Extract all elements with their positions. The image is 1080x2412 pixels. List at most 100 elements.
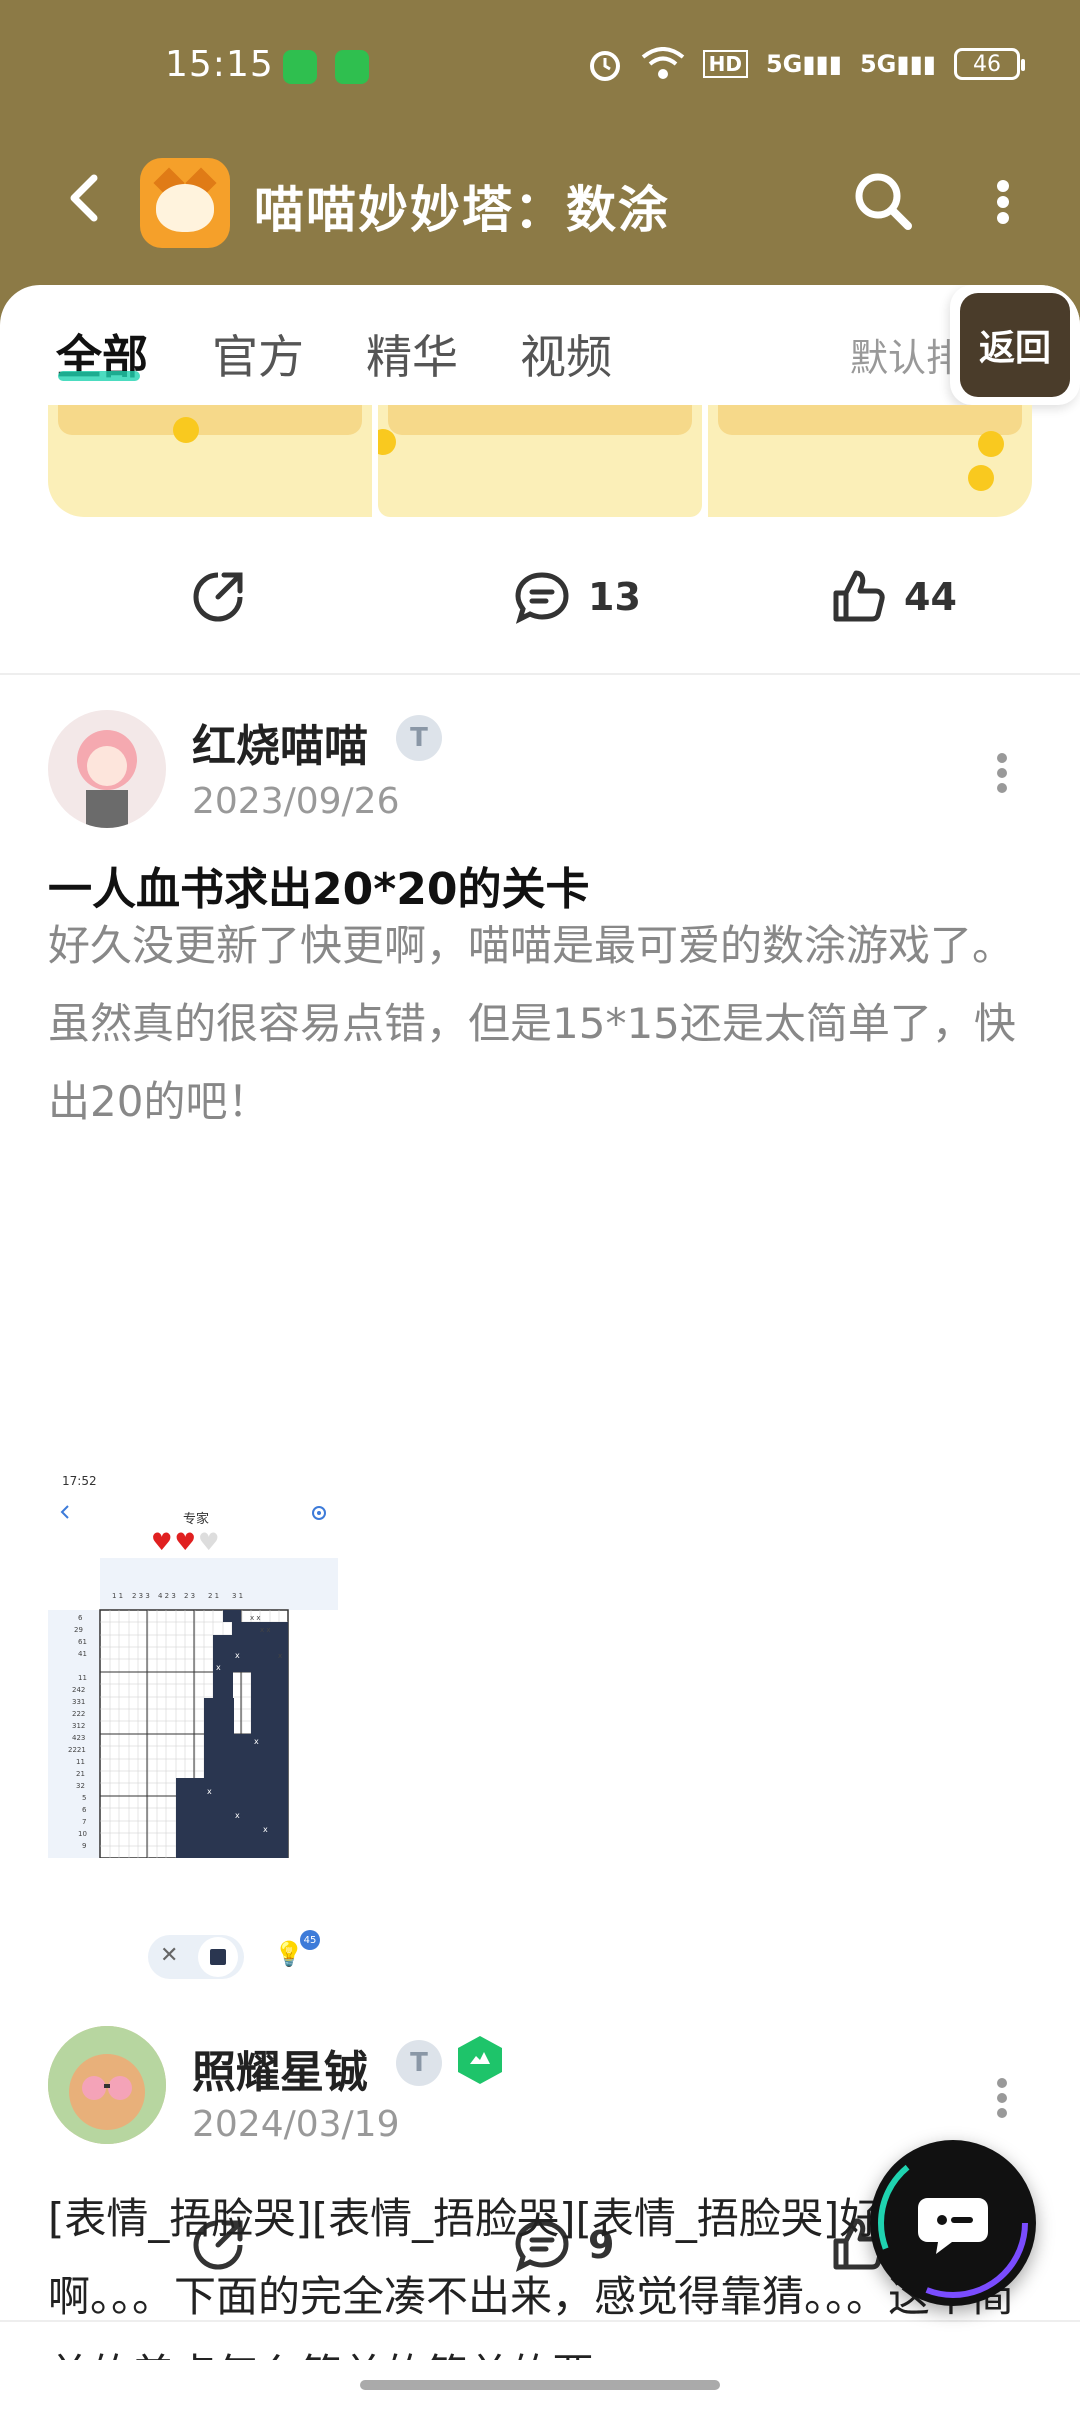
alarm-icon: [589, 51, 620, 81]
svg-text:x x: x x: [250, 1614, 261, 1622]
svg-text:x: x: [263, 1825, 268, 1834]
tab-video[interactable]: 视频: [520, 321, 612, 387]
svg-text:2 3: 2 3: [184, 1592, 195, 1600]
svg-text:1 1: 1 1: [112, 1592, 123, 1600]
svg-text:312: 312: [72, 1722, 85, 1730]
svg-text:29: 29: [74, 1626, 83, 1634]
svg-text:7: 7: [82, 1818, 86, 1826]
share-icon: [193, 2220, 243, 2270]
post-image[interactable]: [708, 405, 1032, 517]
page-title: 喵喵妙妙塔：数涂: [254, 181, 670, 239]
thumbs-up-icon: [833, 2218, 885, 2270]
level-badge: T: [396, 715, 442, 761]
comment-button[interactable]: 13: [512, 567, 641, 627]
sort-dropdown[interactable]: 默认排: [850, 327, 964, 382]
svg-text:2 3 3: 2 3 3: [132, 1592, 150, 1600]
fill-mode-icon[interactable]: [198, 1937, 238, 1977]
app-header: 喵喵妙妙塔：数涂: [0, 140, 1080, 290]
svg-text:423: 423: [72, 1734, 85, 1742]
previous-post-actions: 13 44: [0, 547, 1080, 647]
username[interactable]: 红烧喵喵: [192, 710, 368, 774]
svg-text:6: 6: [78, 1614, 83, 1622]
tab-bar: 全部 官方 精华 视频 默认排 返回: [0, 285, 1080, 405]
like-button[interactable]: 47: [828, 2215, 957, 2275]
share-button[interactable]: [188, 567, 248, 627]
svg-text:6: 6: [82, 1806, 87, 1814]
hint-bulb-icon[interactable]: 💡: [274, 1940, 304, 1968]
status-bar: 15:15 HD 5G▮▮▮ 5G▮▮▮ 46: [0, 0, 1080, 140]
svg-text:41: 41: [78, 1650, 87, 1658]
lives-hearts: ♥♥♥: [151, 1528, 222, 1556]
post-divider: [0, 673, 1080, 675]
svg-text:331: 331: [72, 1698, 85, 1706]
return-label: 返回: [960, 293, 1070, 397]
upload-notification-icon: [335, 50, 369, 84]
return-button[interactable]: 返回: [950, 285, 1080, 405]
post-date: 2023/09/26: [192, 781, 400, 822]
share-icon: [193, 572, 243, 622]
post-actions: 9 47: [0, 2195, 1080, 2295]
post-screenshot[interactable]: 17:52 专家 ♥♥♥ xxxxxxxx x x x x x 6 29 61 …: [48, 1470, 338, 1990]
svg-text:x: x: [216, 1625, 221, 1634]
comment-count: 13: [588, 575, 641, 619]
screenshot-status-time: 17:52: [62, 1474, 97, 1488]
svg-text:2221: 2221: [68, 1746, 86, 1754]
svg-text:10: 10: [78, 1830, 87, 1838]
svg-text:x: x: [235, 1811, 240, 1820]
cross-mode-icon[interactable]: ✕: [160, 1943, 178, 1968]
svg-text:x x: x x: [260, 1626, 271, 1634]
svg-text:3 1: 3 1: [232, 1592, 243, 1600]
svg-text:242: 242: [72, 1686, 85, 1694]
svg-text:11: 11: [78, 1674, 87, 1682]
previous-post-images: [48, 405, 1032, 517]
svg-text:x: x: [216, 1663, 221, 1672]
svg-text:x: x: [244, 1701, 249, 1710]
post-divider: [0, 2320, 1080, 2322]
svg-text:2 1: 2 1: [208, 1592, 219, 1600]
back-arrow-icon[interactable]: [56, 168, 116, 228]
status-time: 15:15: [165, 44, 274, 85]
hd-indicator: HD: [702, 50, 748, 78]
svg-text:21: 21: [76, 1770, 85, 1778]
nonogram-grid: x x x x x x x x x x x x x 6 29 61 41 11 242 331 222 312 423…: [48, 1558, 338, 1858]
post-menu-icon[interactable]: [996, 753, 1008, 793]
like-count: 47: [904, 2223, 957, 2267]
tab-featured[interactable]: 精华: [366, 321, 458, 387]
thumbs-up-icon: [833, 570, 885, 622]
comment-button[interactable]: 9: [512, 2215, 614, 2275]
share-button[interactable]: [188, 2215, 248, 2275]
post-body[interactable]: 好久没更新了快更啊，喵喵是最可爱的数涂游戏了。虽然真的很容易点错，但是15*15…: [48, 907, 1028, 1141]
game-logo: [140, 158, 230, 248]
svg-text:9: 9: [82, 1842, 86, 1850]
comment-count: 9: [588, 2223, 615, 2267]
comment-icon: [515, 572, 569, 624]
search-icon[interactable]: [852, 170, 914, 232]
avatar[interactable]: [48, 710, 166, 828]
screenshot-title: 专家: [183, 1512, 210, 1527]
like-count: 44: [904, 575, 957, 619]
message-notification-icon: [283, 50, 317, 84]
svg-text:11: 11: [76, 1758, 85, 1766]
comment-icon: [515, 2220, 569, 2272]
svg-text:4 2 3: 4 2 3: [158, 1592, 176, 1600]
avatar-top: [48, 2345, 166, 2385]
svg-text:222: 222: [72, 1710, 85, 1718]
screenshot-back-icon: [60, 1505, 69, 1519]
signal-1: 5G▮▮▮: [765, 50, 842, 78]
more-options-icon[interactable]: [996, 180, 1010, 224]
signal-2: 5G▮▮▮: [859, 50, 936, 78]
svg-text:5: 5: [82, 1794, 86, 1802]
battery-icon: 46: [954, 48, 1025, 80]
active-tab-indicator: [58, 371, 140, 381]
post-image[interactable]: [378, 405, 702, 517]
tab-official[interactable]: 官方: [212, 321, 304, 387]
svg-text:x: x: [235, 1651, 240, 1660]
svg-text:x: x: [278, 1652, 282, 1660]
svg-text:61: 61: [78, 1638, 87, 1646]
svg-text:32: 32: [76, 1782, 85, 1790]
content-sheet: 全部 官方 精华 视频 默认排 返回 13 44 红烧喵喵 T 2023/09/…: [0, 285, 1080, 2412]
mode-toggle[interactable]: ✕: [148, 1935, 244, 1979]
like-button[interactable]: 44: [828, 567, 957, 627]
hint-count-badge: 45: [300, 1930, 320, 1950]
post-image[interactable]: [48, 405, 372, 517]
